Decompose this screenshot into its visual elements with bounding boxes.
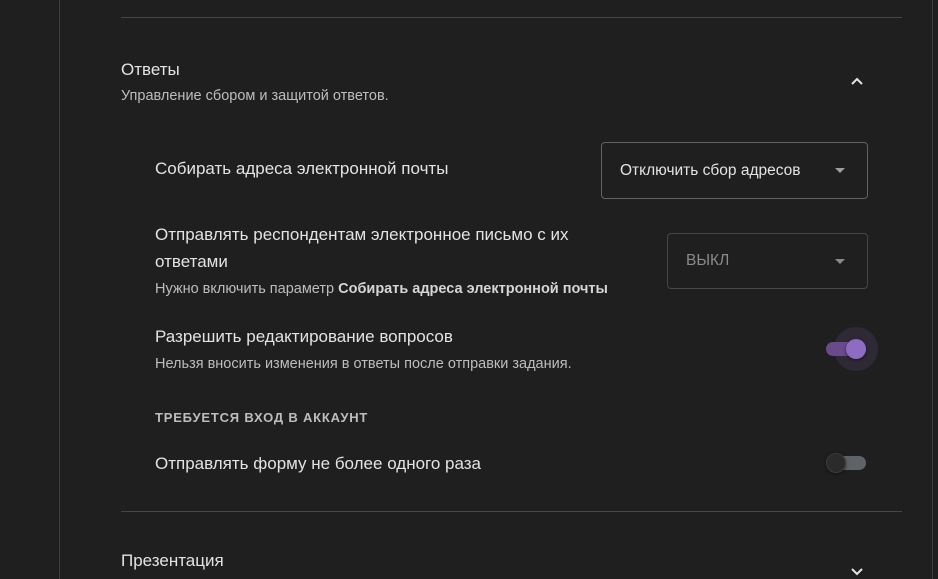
toggle-thumb [846, 339, 866, 359]
collect-emails-label: Собирать адреса электронной почты [155, 159, 449, 178]
requires-signin-heading: ТРЕБУЕТСЯ ВХОД В АККАУНТ [155, 410, 369, 425]
collect-emails-value: Отключить сбор адресов [620, 161, 801, 179]
send-copy-label-line2: ответами [155, 252, 228, 271]
send-copy-value: ВЫКЛ [686, 252, 730, 269]
section-divider-bottom [121, 511, 902, 512]
send-copy-hint: Нужно включить параметр Собирать адреса … [155, 281, 608, 297]
dropdown-arrow-icon [835, 258, 845, 264]
dropdown-arrow-icon [835, 168, 845, 173]
settings-page: Ответы Управление сбором и защитой ответ… [0, 0, 938, 579]
allow-edit-toggle[interactable] [826, 327, 878, 371]
toggle-thumb [826, 453, 846, 473]
section-divider-top [121, 17, 902, 18]
allow-edit-label: Разрешить редактирование вопросов [155, 327, 453, 346]
presentation-section-title[interactable]: Презентация [121, 551, 224, 571]
limit-one-toggle[interactable] [826, 451, 866, 473]
responses-section-subtitle: Управление сбором и защитой ответов. [121, 88, 389, 104]
chevron-up-icon[interactable] [849, 73, 865, 89]
send-copy-label: Отправлять респондентам электронное пись… [155, 221, 569, 275]
responses-section-title[interactable]: Ответы [121, 60, 180, 80]
send-copy-hint-text: Нужно включить параметр [155, 281, 339, 297]
send-copy-hint-link: Собирать адреса электронной почты [338, 281, 608, 297]
send-copy-select[interactable]: ВЫКЛ [667, 233, 868, 289]
collect-emails-select[interactable]: Отключить сбор адресов [601, 142, 868, 199]
send-copy-label-line1: Отправлять респондентам электронное пись… [155, 225, 569, 244]
allow-edit-hint: Нельзя вносить изменения в ответы после … [155, 356, 572, 372]
chevron-down-icon[interactable] [849, 563, 865, 579]
limit-one-label: Отправлять форму не более одного раза [155, 454, 482, 473]
